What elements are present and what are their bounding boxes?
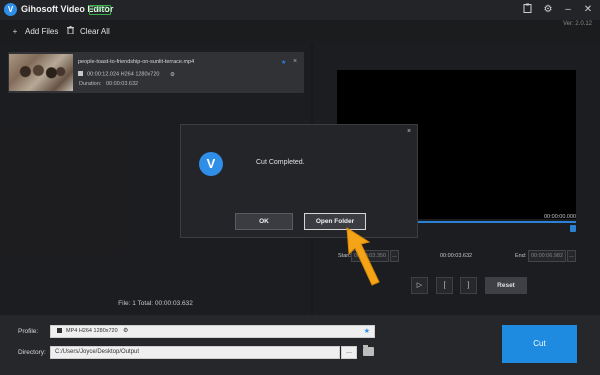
dialog-message: Cut Completed. bbox=[256, 159, 305, 166]
format-icon bbox=[57, 327, 62, 333]
version-label: Ver: 2.0.12 bbox=[562, 21, 592, 27]
minimize-icon[interactable]: – bbox=[561, 3, 575, 17]
cut-button[interactable]: Cut bbox=[502, 325, 577, 363]
trash-icon bbox=[65, 26, 75, 38]
app-logo-icon: V bbox=[4, 3, 17, 16]
browse-button[interactable]: ... bbox=[341, 346, 357, 359]
close-icon[interactable]: ✕ bbox=[581, 3, 595, 17]
add-files-button[interactable]: + Add Files bbox=[10, 26, 59, 38]
clipboard-icon[interactable] bbox=[520, 3, 534, 17]
free-badge: FREE bbox=[89, 5, 112, 15]
directory-field[interactable]: C:/Users/Joyce/Desktop/Output bbox=[50, 346, 340, 359]
title-bar: V Gihosoft Video Editor FREE ⚙ – ✕ bbox=[0, 0, 600, 20]
profile-value: MP4 H264 1280x720 bbox=[66, 328, 118, 334]
directory-label: Directory: bbox=[18, 349, 46, 356]
profile-select[interactable]: MP4 H264 1280x720 ⚙ ★ bbox=[50, 325, 375, 338]
profile-label: Profile: bbox=[18, 328, 39, 335]
add-files-label: Add Files bbox=[25, 27, 59, 36]
app-logo-icon: V bbox=[199, 152, 223, 176]
close-icon[interactable]: × bbox=[407, 128, 411, 135]
ok-button[interactable]: OK bbox=[235, 213, 293, 230]
gear-icon[interactable]: ⚙ bbox=[541, 3, 555, 17]
plus-icon: + bbox=[12, 27, 18, 36]
clear-all-button[interactable]: Clear All bbox=[65, 26, 110, 38]
pointer-arrow-icon bbox=[346, 227, 380, 286]
clear-all-label: Clear All bbox=[80, 27, 110, 36]
cut-completed-dialog bbox=[180, 124, 418, 238]
folder-icon[interactable] bbox=[363, 345, 374, 356]
settings-icon[interactable]: ⚙ bbox=[123, 326, 128, 337]
star-icon[interactable]: ★ bbox=[364, 326, 370, 337]
